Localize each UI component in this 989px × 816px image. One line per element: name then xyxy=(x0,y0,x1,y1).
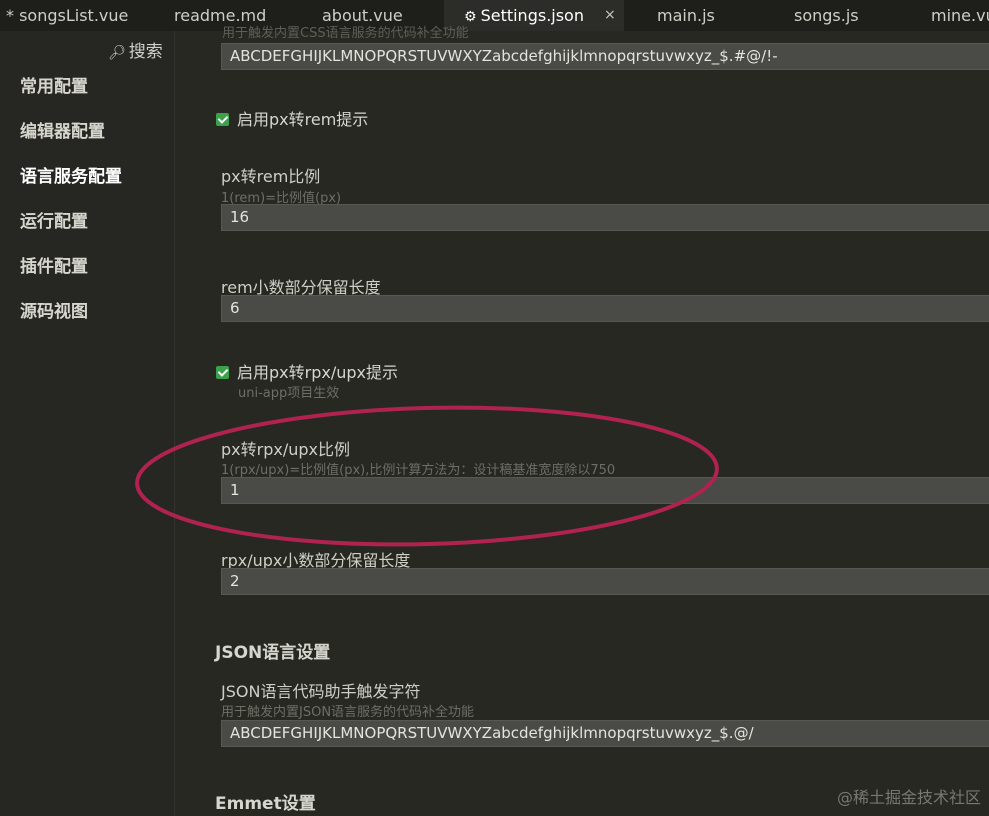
sidebar-item-plugins[interactable]: 插件配置 xyxy=(20,252,88,277)
sidebar-item-common[interactable]: 常用配置 xyxy=(20,72,88,97)
sidebar-item-editor[interactable]: 编辑器配置 xyxy=(20,117,105,142)
px-rpx-toggle-hint: uni-app项目生效 xyxy=(238,386,340,401)
sidebar-item-source-view[interactable]: 源码视图 xyxy=(20,297,88,322)
rem-decimal-input[interactable]: 6 xyxy=(221,295,989,322)
tab-main-js[interactable]: main.js xyxy=(657,0,715,31)
settings-content: 用于触发内置CSS语言服务的代码补全功能 ABCDEFGHIJKLMNOPQRS… xyxy=(135,26,989,816)
css-trigger-input[interactable]: ABCDEFGHIJKLMNOPQRSTUVWXYZabcdefghijklmn… xyxy=(221,43,989,70)
px-rem-ratio-input[interactable]: 16 xyxy=(221,204,989,231)
tab-settings-json[interactable]: ⚙ Settings.json × xyxy=(444,0,624,31)
json-trigger-hint: 用于触发内置JSON语言服务的代码补全功能 xyxy=(221,705,475,720)
sidebar-item-language-service[interactable]: 语言服务配置 xyxy=(20,162,122,187)
tab-songslist-vue[interactable]: * songsList.vue xyxy=(6,0,128,31)
sidebar-item-run[interactable]: 运行配置 xyxy=(20,207,88,232)
px-rem-toggle[interactable]: 启用px转rem提示 xyxy=(216,106,368,130)
tab-mine-vue[interactable]: mine.vu xyxy=(931,0,989,31)
checkbox-checked-icon[interactable] xyxy=(216,113,229,126)
px-rpx-toggle[interactable]: 启用px转rpx/upx提示 xyxy=(216,359,398,383)
emmet-section-title: Emmet设置 xyxy=(215,794,316,814)
json-trigger-input[interactable]: ABCDEFGHIJKLMNOPQRSTUVWXYZabcdefghijklmn… xyxy=(221,720,989,747)
watermark: @稀土掘金技术社区 xyxy=(836,788,981,807)
css-trigger-hint: 用于触发内置CSS语言服务的代码补全功能 xyxy=(222,26,469,41)
checkbox-checked-icon[interactable] xyxy=(216,366,229,379)
highlight-ellipse xyxy=(135,405,719,547)
search-icon: 🔍︎ xyxy=(108,45,126,61)
rpx-decimal-input[interactable]: 2 xyxy=(221,568,989,595)
close-icon[interactable]: × xyxy=(604,0,616,31)
search-button[interactable]: 🔍︎ 搜索 xyxy=(108,37,163,62)
editor-tab-bar: * songsList.vue readme.md about.vue ⚙ Set… xyxy=(0,0,989,31)
px-rem-ratio-label: px转rem比例 xyxy=(221,167,321,186)
json-section-title: JSON语言设置 xyxy=(215,643,331,663)
json-trigger-label: JSON语言代码助手触发字符 xyxy=(221,682,421,701)
tab-songs-js[interactable]: songs.js xyxy=(794,0,859,31)
